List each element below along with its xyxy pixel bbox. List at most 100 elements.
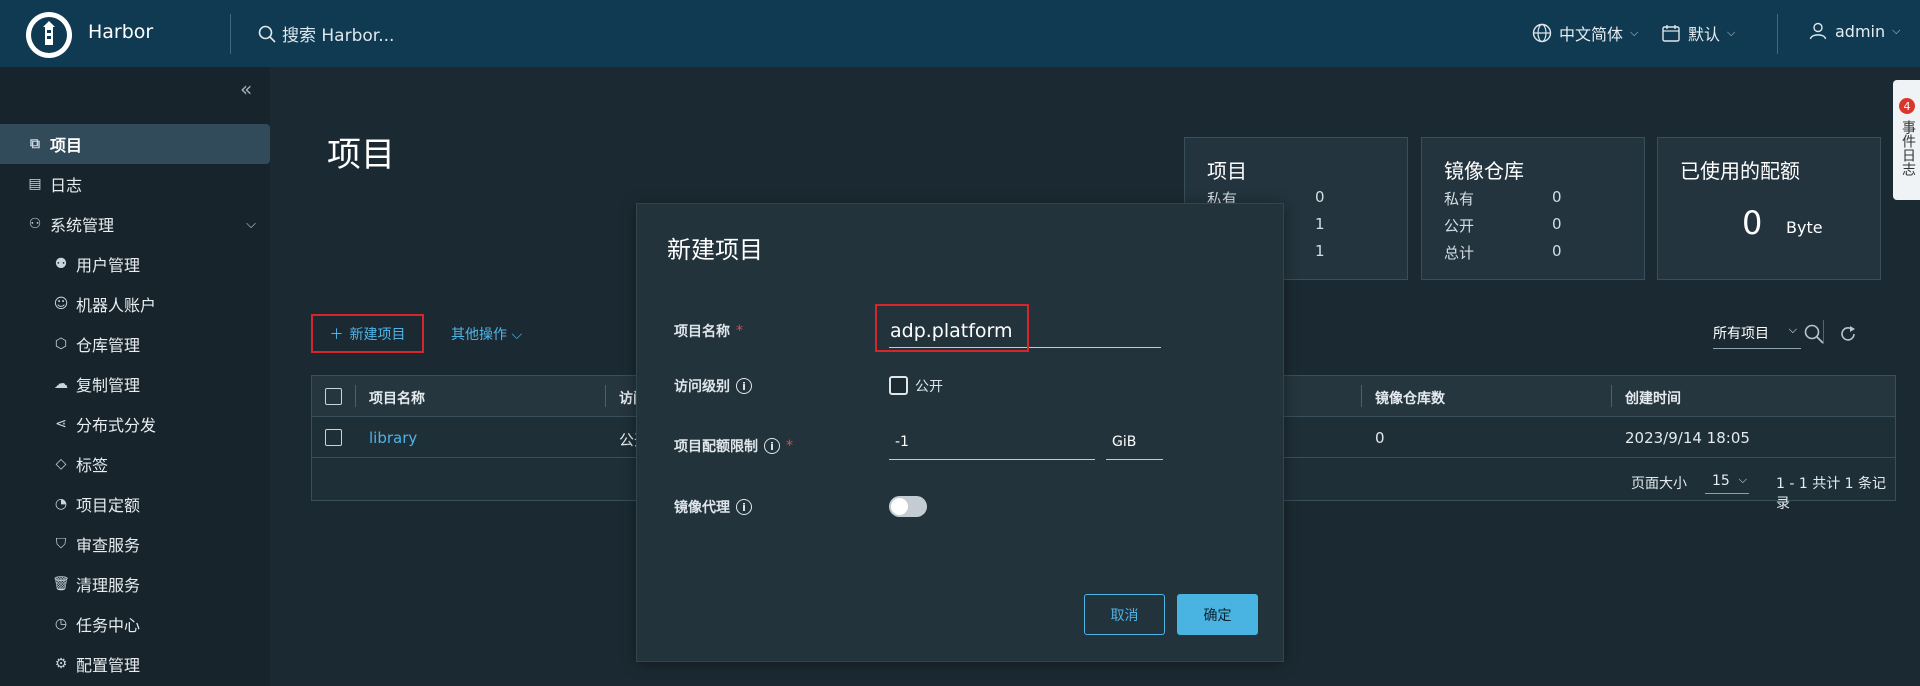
header-divider bbox=[230, 14, 231, 54]
column-header-name[interactable]: 项目名称 bbox=[369, 388, 425, 408]
chevron-down-icon: ⌵ bbox=[1788, 323, 1797, 336]
sidebar-item-label: 复制管理 bbox=[76, 376, 141, 395]
user-icon bbox=[1809, 22, 1827, 40]
access-level-label: 访问级别 i bbox=[674, 376, 752, 396]
info-icon[interactable]: i bbox=[736, 499, 752, 515]
row-checkbox[interactable] bbox=[325, 429, 342, 446]
stat-row: 总计 0 bbox=[1444, 242, 1562, 262]
public-checkbox[interactable] bbox=[889, 376, 908, 395]
quota-icon: ◔ bbox=[54, 496, 68, 512]
sidebar-item-projects[interactable]: ⧉ 项目 bbox=[0, 124, 270, 164]
sidebar-item-label: 任务中心 bbox=[76, 616, 141, 635]
plus-icon: ＋ bbox=[329, 326, 344, 343]
sidebar-item-label: 配置管理 bbox=[76, 656, 141, 675]
sidebar-item-replications[interactable]: ☁ 复制管理 bbox=[0, 366, 270, 402]
sidebar-item-project-quotas[interactable]: ◔ 项目定额 bbox=[0, 486, 270, 522]
required-asterisk: * bbox=[736, 323, 743, 339]
chevron-down-icon: ⌵ bbox=[1630, 26, 1639, 39]
sidebar-item-system-admin[interactable]: ⚇ 系统管理 ⌵ bbox=[0, 204, 270, 244]
sidebar-item-label: 用户管理 bbox=[76, 256, 141, 275]
modal-title: 新建项目 bbox=[667, 236, 763, 264]
project-icon: ⧉ bbox=[30, 136, 40, 152]
sidebar-item-job-service[interactable]: ◷ 任务中心 bbox=[0, 606, 270, 642]
harbor-logo-icon[interactable] bbox=[26, 12, 72, 58]
sidebar-item-labels[interactable]: ◇ 标签 bbox=[0, 446, 270, 482]
info-icon[interactable]: i bbox=[764, 438, 780, 454]
ok-button[interactable]: 确定 bbox=[1177, 594, 1258, 635]
globe-icon bbox=[1532, 23, 1552, 43]
sidebar-item-label: 系统管理 bbox=[50, 216, 115, 235]
quota-unit-select[interactable]: GiB ⌵ bbox=[1106, 424, 1163, 460]
event-log-tab[interactable]: 4 事件日志 bbox=[1893, 80, 1920, 200]
sidebar-item-registries[interactable]: ⬡ 仓库管理 bbox=[0, 326, 270, 362]
column-divider bbox=[1361, 385, 1362, 407]
top-header: Harbor 搜索 Harbor... 中文简体 ⌵ 默认 ⌵ admin ⌵ bbox=[0, 0, 1920, 67]
select-all-checkbox[interactable] bbox=[325, 388, 342, 405]
datetime-format-label: 默认 bbox=[1688, 25, 1721, 44]
quota-used-unit: Byte bbox=[1786, 218, 1823, 237]
proxy-cache-label: 镜像代理 i bbox=[674, 497, 752, 517]
repositories-stat-card: 镜像仓库 私有 0 公开 0 总计 0 bbox=[1421, 137, 1645, 280]
user-menu[interactable]: admin ⌵ bbox=[1808, 21, 1900, 41]
card-title: 项目 bbox=[1207, 159, 1247, 183]
global-search[interactable]: 搜索 Harbor... bbox=[258, 21, 394, 46]
sidebar-item-label: 机器人账户 bbox=[76, 296, 157, 315]
quota-limit-label: 项目配额限制 i * bbox=[674, 438, 793, 455]
trash-icon: 🗑 bbox=[52, 576, 70, 592]
sidebar-item-clean-up[interactable]: 🗑 清理服务 bbox=[0, 566, 270, 602]
datetime-format-selector[interactable]: 默认 ⌵ bbox=[1661, 21, 1735, 45]
repo-count-cell: 0 bbox=[1375, 429, 1385, 447]
sidebar-item-configuration[interactable]: ⚙ 配置管理 bbox=[0, 646, 270, 682]
sidebar-item-distributions[interactable]: ⋖ 分布式分发 bbox=[0, 406, 270, 442]
search-icon[interactable] bbox=[1804, 324, 1824, 344]
chevron-down-icon: ⌵ bbox=[1112, 435, 1121, 448]
sidebar-item-label: 分布式分发 bbox=[76, 416, 157, 435]
new-project-button[interactable]: ＋ 新建项目 bbox=[311, 314, 424, 353]
stat-row: 公开 0 bbox=[1444, 215, 1562, 235]
card-title: 镜像仓库 bbox=[1444, 159, 1524, 183]
chevron-down-icon: ⌵ bbox=[1892, 24, 1901, 37]
column-header-created[interactable]: 创建时间 bbox=[1625, 388, 1681, 408]
refresh-icon[interactable] bbox=[1838, 324, 1858, 344]
brand-name[interactable]: Harbor bbox=[88, 21, 153, 43]
project-name-link[interactable]: library bbox=[369, 429, 417, 447]
language-label: 中文简体 bbox=[1559, 25, 1624, 44]
page-size-select[interactable]: 15 ⌵ bbox=[1705, 469, 1749, 494]
public-checkbox-label[interactable]: 公开 bbox=[915, 376, 943, 396]
column-header-repo-count[interactable]: 镜像仓库数 bbox=[1375, 388, 1445, 408]
sidebar-item-label: 清理服务 bbox=[76, 576, 141, 595]
column-divider bbox=[1611, 385, 1612, 407]
language-selector[interactable]: 中文简体 ⌵ bbox=[1532, 21, 1638, 45]
sidebar-item-logs[interactable]: ▤ 日志 bbox=[0, 164, 270, 204]
stat-row: 私有 0 bbox=[1444, 188, 1562, 208]
page-title: 项目 bbox=[327, 135, 395, 175]
sidebar-item-label: 日志 bbox=[50, 176, 83, 195]
search-icon bbox=[258, 25, 276, 43]
chevron-down-icon: ⌵ bbox=[1738, 473, 1747, 486]
sidebar-item-robot-accounts[interactable]: ☺ 机器人账户 bbox=[0, 286, 270, 322]
card-title: 已使用的配额 bbox=[1680, 159, 1800, 183]
chevron-down-icon: ⌵ bbox=[1727, 26, 1736, 39]
created-time-cell: 2023/9/14 18:05 bbox=[1625, 429, 1750, 447]
other-actions-dropdown[interactable]: 其他操作 ⌵ bbox=[451, 324, 522, 344]
project-filter-select[interactable]: 所有项目 ⌵ bbox=[1713, 323, 1801, 349]
quota-stat-card: 已使用的配额 0 Byte bbox=[1657, 137, 1881, 280]
proxy-cache-toggle[interactable] bbox=[889, 496, 927, 517]
sidebar-item-interrogation-services[interactable]: ⛉ 审查服务 bbox=[0, 526, 270, 562]
project-name-label: 项目名称 * bbox=[674, 323, 743, 340]
event-log-label: 事件日志 bbox=[1900, 120, 1916, 176]
info-icon[interactable]: i bbox=[736, 378, 752, 394]
search-placeholder[interactable]: 搜索 Harbor... bbox=[282, 21, 394, 46]
calendar-icon bbox=[1662, 25, 1680, 42]
collapse-sidebar-icon[interactable]: « bbox=[240, 77, 252, 101]
sidebar-item-label: 项目 bbox=[50, 136, 83, 155]
distribution-icon: ⋖ bbox=[55, 416, 67, 432]
notification-badge: 4 bbox=[1899, 98, 1915, 114]
sidebar: « ⧉ 项目 ▤ 日志 ⚇ 系统管理 ⌵ ⚉ 用户管理 ☺ 机器人账户 ⬡ 仓库管理 … bbox=[0, 67, 270, 686]
sidebar-item-users[interactable]: ⚉ 用户管理 bbox=[0, 246, 270, 282]
highlight-box bbox=[875, 304, 1029, 352]
cancel-button[interactable]: 取消 bbox=[1084, 594, 1165, 635]
toolbar-divider bbox=[1823, 320, 1824, 344]
quota-limit-input[interactable]: -1 bbox=[889, 424, 1095, 460]
chevron-down-icon: ⌵ bbox=[246, 216, 256, 232]
